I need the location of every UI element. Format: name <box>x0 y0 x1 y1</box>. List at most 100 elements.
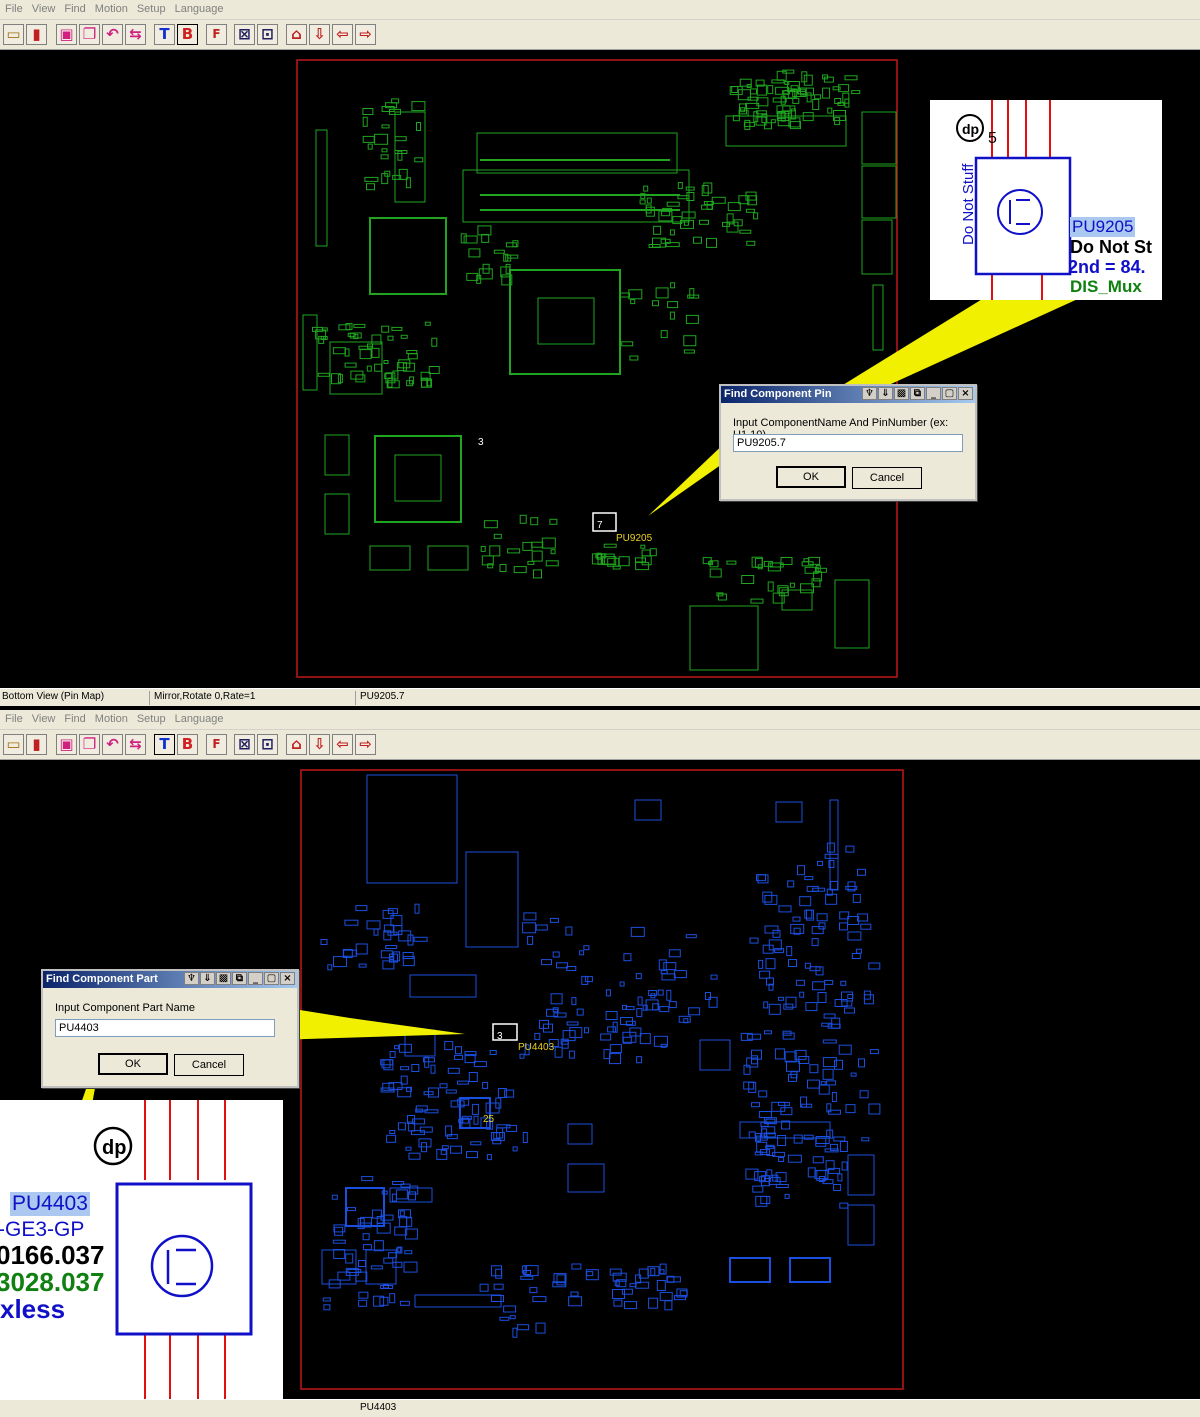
arrow-right-icon[interactable]: ⇨ <box>355 734 376 755</box>
minimize-icon[interactable]: _ <box>248 972 263 985</box>
open-folder-icon[interactable]: ▭ <box>3 734 24 755</box>
menu-file[interactable]: File <box>0 710 27 725</box>
svg-text:dp: dp <box>102 1137 126 1159</box>
dialog-title: Find Component Pin <box>724 388 832 400</box>
dialog-title-bar: Find Component Pin ♆ ⇓ ▩ ⧉ _ ▢ × <box>721 386 975 403</box>
highlighted-pin-label: 3 <box>497 1031 503 1042</box>
callout-line-1: Do Not St <box>1070 237 1152 257</box>
status-selection: PU4403 <box>360 1402 397 1413</box>
zoom-fit-icon[interactable]: ⊠ <box>234 24 255 45</box>
component-pin-input[interactable] <box>733 434 963 452</box>
menu-find[interactable]: Find <box>59 710 89 725</box>
callout-line-1: -GE3-GP <box>0 1218 85 1241</box>
minimize-icon[interactable]: _ <box>926 387 941 400</box>
arrow-right-icon[interactable]: ⇨ <box>355 24 376 45</box>
open-folder-icon[interactable]: ▭ <box>3 24 24 45</box>
component-part-input[interactable] <box>55 1019 275 1037</box>
toolbar: ▭ ▮ ▣ ❐ ↶ ⇆ T B F ⊠ ⊡ ⌂ ⇩ ⇦ ⇨ <box>0 730 1200 760</box>
small-component-outlines <box>320 842 881 1338</box>
cancel-button[interactable]: Cancel <box>852 467 922 489</box>
status-view-mode: Bottom View (Pin Map) <box>0 691 150 705</box>
pin-5-label: 5 <box>988 130 997 147</box>
rotate-icon[interactable]: ↶ <box>102 24 123 45</box>
menu-motion[interactable]: Motion <box>90 710 132 725</box>
schematic-callout: dp Do Not Stuff 5 PU9205 Do Not St 2nd =… <box>930 100 1162 300</box>
copy-icon[interactable]: ❐ <box>79 734 100 755</box>
close-icon[interactable]: × <box>280 972 295 985</box>
arrow-left-icon[interactable]: ⇦ <box>332 24 353 45</box>
arrow-down-icon[interactable]: ⇩ <box>309 734 330 755</box>
nearby-pin-label: 3 <box>478 437 484 448</box>
dialog-prompt: Input Component Part Name <box>55 1002 196 1014</box>
small-component-outlines <box>312 69 861 604</box>
menu-setup[interactable]: Setup <box>132 710 170 725</box>
rotate-icon[interactable]: ↶ <box>102 734 123 755</box>
callout-line-3: DIS_Mux <box>1070 277 1142 296</box>
print-icon[interactable]: ▣ <box>56 24 77 45</box>
restore-icon[interactable]: ⧉ <box>232 972 247 985</box>
menu-language[interactable]: Language <box>170 0 228 15</box>
home-icon[interactable]: ⌂ <box>286 24 307 45</box>
rollup-icon[interactable]: ⇓ <box>200 972 215 985</box>
callout-arrow <box>275 1006 465 1040</box>
home-icon[interactable]: ⌂ <box>286 734 307 755</box>
mirror-icon[interactable]: ⇆ <box>125 24 146 45</box>
pin-icon[interactable]: ♆ <box>184 972 199 985</box>
callout-part-name: PU4403 <box>10 1192 90 1216</box>
status-bar: Bottom View (Pin Map) Mirror,Rotate 0,Ra… <box>0 688 1200 706</box>
menu-file[interactable]: File <box>0 0 27 15</box>
status-transform: Mirror,Rotate 0,Rate=1 <box>152 691 356 705</box>
top-viewer-window: File View Find Motion Setup Language ▭ ▮ ▣ ❐ … <box>0 0 1200 706</box>
schematic-callout: dp PU4403 -GE3-GP 0166.037 3028.037 xles… <box>0 1100 283 1417</box>
menu-setup[interactable]: Setup <box>132 0 170 15</box>
rollup-icon[interactable]: ⇓ <box>878 387 893 400</box>
close-icon[interactable]: × <box>958 387 973 400</box>
nearby-pin-label: 25 <box>483 1114 495 1125</box>
callout-line-4: xless <box>0 1294 66 1324</box>
menu-motion[interactable]: Motion <box>90 0 132 15</box>
find-component-pin-dialog: Find Component Pin ♆ ⇓ ▩ ⧉ _ ▢ × Input Compone… <box>719 384 977 501</box>
flip-button[interactable]: F <box>206 24 227 45</box>
print-icon[interactable]: ▣ <box>56 734 77 755</box>
menu-language[interactable]: Language <box>170 710 228 725</box>
status-selection: PU9205.7 <box>360 691 405 702</box>
menu-view[interactable]: View <box>27 0 60 15</box>
status-bar: PU4403 <box>0 1399 1200 1417</box>
exit-icon[interactable]: ▮ <box>26 24 47 45</box>
menu-view[interactable]: View <box>27 710 60 725</box>
maximize-icon[interactable]: ▢ <box>264 972 279 985</box>
board-outline <box>296 59 898 678</box>
board-layer-button[interactable]: B <box>177 734 198 755</box>
zoom-fit-icon[interactable]: ⊠ <box>234 734 255 755</box>
zoom-area-icon[interactable]: ⊡ <box>257 734 278 755</box>
flip-button[interactable]: F <box>206 734 227 755</box>
menu-find[interactable]: Find <box>59 0 89 15</box>
tile-icon[interactable]: ▩ <box>894 387 909 400</box>
highlighted-component-label: PU4403 <box>518 1042 555 1053</box>
status-view-mode <box>0 1402 282 1416</box>
cancel-button[interactable]: Cancel <box>174 1054 244 1076</box>
mirror-icon[interactable]: ⇆ <box>125 734 146 755</box>
tile-icon[interactable]: ▩ <box>216 972 231 985</box>
callout-line-2: 2nd = 84. <box>1068 257 1146 277</box>
menu-bar: File View Find Motion Setup Language <box>0 710 1200 730</box>
pin-icon[interactable]: ♆ <box>862 387 877 400</box>
dialog-title: Find Component Part <box>46 973 158 985</box>
board-layer-button[interactable]: B <box>177 24 198 45</box>
dialog-title-bar: Find Component Part ♆ ⇓ ▩ ⧉ _ ▢ × <box>43 971 297 988</box>
bottom-viewer-window: File View Find Motion Setup Language ▭ ▮ ▣ ❐ … <box>0 710 1200 1417</box>
text-layer-button[interactable]: T <box>154 734 175 755</box>
callout-part-name: PU9205 <box>1070 217 1136 237</box>
zoom-area-icon[interactable]: ⊡ <box>257 24 278 45</box>
copy-icon[interactable]: ❐ <box>79 24 100 45</box>
ok-button[interactable]: OK <box>776 466 846 488</box>
menu-bar: File View Find Motion Setup Language <box>0 0 1200 20</box>
maximize-icon[interactable]: ▢ <box>942 387 957 400</box>
exit-icon[interactable]: ▮ <box>26 734 47 755</box>
arrow-down-icon[interactable]: ⇩ <box>309 24 330 45</box>
ok-button[interactable]: OK <box>98 1053 168 1075</box>
find-component-part-dialog: Find Component Part ♆ ⇓ ▩ ⧉ _ ▢ × Input Compon… <box>41 969 299 1088</box>
arrow-left-icon[interactable]: ⇦ <box>332 734 353 755</box>
restore-icon[interactable]: ⧉ <box>910 387 925 400</box>
text-layer-button[interactable]: T <box>154 24 175 45</box>
